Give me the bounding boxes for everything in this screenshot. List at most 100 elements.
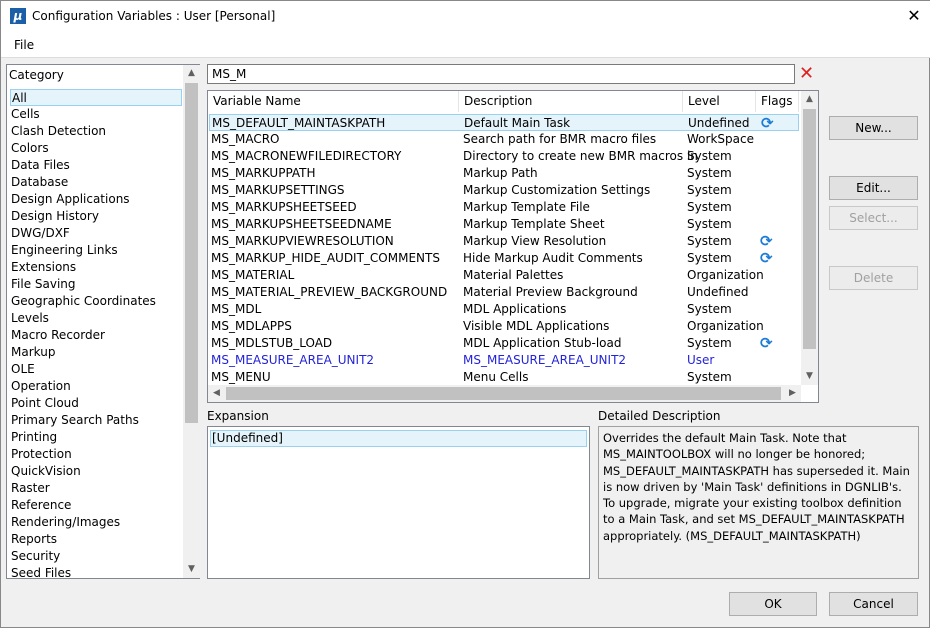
refresh-flag-icon: ⟳ xyxy=(760,334,773,352)
table-row[interactable]: MS_MACRO Search path for BMR macro files W… xyxy=(209,131,799,148)
table-row[interactable]: MS_MDLAPPS Visible MDL Applications Organi… xyxy=(209,318,799,335)
column-header-name[interactable]: Variable Name xyxy=(208,91,459,112)
category-item[interactable]: Extensions xyxy=(10,259,182,276)
window-title: Configuration Variables : User [Personal… xyxy=(32,9,276,23)
category-item[interactable]: All xyxy=(10,89,182,106)
table-row[interactable]: MS_MEASURE_AREA_UNIT2 MS_MEASURE_AREA_UNI… xyxy=(209,352,799,369)
category-item[interactable]: OLE xyxy=(10,361,182,378)
variables-table[interactable]: Variable Name Description Level Flags MS… xyxy=(207,90,819,403)
table-row[interactable]: MS_MATERIAL Material Palettes Organization xyxy=(209,267,799,284)
category-item[interactable]: Engineering Links xyxy=(10,242,182,259)
cell-name: MS_MARKUPSHEETSEED xyxy=(211,200,357,214)
edit-button[interactable]: Edit... xyxy=(829,176,918,200)
table-row[interactable]: MS_MARKUPSETTINGS Markup Customization Se… xyxy=(209,182,799,199)
category-item[interactable]: Markup xyxy=(10,344,182,361)
category-item[interactable]: Colors xyxy=(10,140,182,157)
scroll-up-icon[interactable]: ▲ xyxy=(183,65,200,82)
scroll-left-icon[interactable]: ◀ xyxy=(208,385,225,402)
cancel-button[interactable]: Cancel xyxy=(829,592,918,616)
table-row[interactable]: MS_MDLSTUB_LOAD MDL Application Stub-load… xyxy=(209,335,799,352)
cell-level: System xyxy=(687,370,732,384)
ok-button[interactable]: OK xyxy=(729,592,817,616)
cell-name: MS_MDLAPPS xyxy=(211,319,292,333)
cell-name: MS_MATERIAL_PREVIEW_BACKGROUND xyxy=(211,285,448,299)
category-header: Category xyxy=(9,68,64,82)
cell-level: System xyxy=(687,251,732,265)
scroll-down-icon[interactable]: ▼ xyxy=(183,561,200,578)
table-row[interactable]: MS_MARKUPVIEWRESOLUTION Markup View Resol… xyxy=(209,233,799,250)
clear-search-icon[interactable]: ✕ xyxy=(799,64,814,84)
expansion-value[interactable]: [Undefined] xyxy=(210,430,587,447)
category-item[interactable]: Primary Search Paths xyxy=(10,412,182,429)
category-list[interactable]: All Cells Clash Detection Colors Data Files D… xyxy=(6,64,200,582)
category-item[interactable]: Operation xyxy=(10,378,182,395)
scroll-up-icon[interactable]: ▲ xyxy=(801,91,818,108)
cell-name: MS_DEFAULT_MAINTASKPATH xyxy=(212,116,386,130)
table-row[interactable]: MS_DEFAULT_MAINTASKPATH Default Main Task… xyxy=(209,114,799,132)
cell-level: System xyxy=(687,302,732,316)
cell-level: System xyxy=(687,200,732,214)
table-hscrollbar[interactable]: ◀ ▶ xyxy=(208,385,801,402)
expansion-label: Expansion xyxy=(207,409,269,423)
category-item[interactable]: Clash Detection xyxy=(10,123,182,140)
category-item[interactable]: Design History xyxy=(10,208,182,225)
delete-button[interactable]: Delete xyxy=(829,266,918,290)
table-row[interactable]: MS_MDL MDL Applications System xyxy=(209,301,799,318)
column-header-level[interactable]: Level xyxy=(683,91,756,112)
select-button[interactable]: Select... xyxy=(829,206,918,230)
category-item[interactable]: Database xyxy=(10,174,182,191)
cell-name: MS_MATERIAL xyxy=(211,268,295,282)
cell-desc: Markup Template Sheet xyxy=(463,217,605,231)
cell-level: Undefined xyxy=(687,285,749,299)
app-icon: μ xyxy=(10,8,26,24)
table-row[interactable]: MS_MARKUPPATH Markup Path System xyxy=(209,165,799,182)
scroll-right-icon[interactable]: ▶ xyxy=(784,385,801,402)
table-row[interactable]: MS_MENU Menu Cells System xyxy=(209,369,799,386)
scroll-thumb[interactable] xyxy=(185,83,198,423)
scroll-thumb[interactable] xyxy=(226,387,781,400)
cell-desc: Markup Template File xyxy=(463,200,590,214)
column-header-description[interactable]: Description xyxy=(459,91,683,112)
scroll-down-icon[interactable]: ▼ xyxy=(801,368,818,385)
column-header-flags[interactable]: Flags xyxy=(756,91,799,112)
category-item[interactable]: QuickVision xyxy=(10,463,182,480)
category-item[interactable]: Reports xyxy=(10,531,182,548)
cell-level: System xyxy=(687,234,732,248)
cell-name: MS_MARKUPSHEETSEEDNAME xyxy=(211,217,392,231)
category-item[interactable]: Protection xyxy=(10,446,182,463)
table-row[interactable]: MS_MATERIAL_PREVIEW_BACKGROUND Material P… xyxy=(209,284,799,301)
table-row[interactable]: MS_MACRONEWFILEDIRECTORY Directory to cre… xyxy=(209,148,799,165)
category-item[interactable]: Levels xyxy=(10,310,182,327)
cell-desc: Default Main Task xyxy=(464,116,571,130)
table-vscrollbar[interactable]: ▲ ▼ xyxy=(801,91,818,385)
category-item[interactable]: Reference xyxy=(10,497,182,514)
cell-level: System xyxy=(687,149,732,163)
category-item[interactable]: DWG/DXF xyxy=(10,225,182,242)
category-item[interactable]: Design Applications xyxy=(10,191,182,208)
category-item[interactable]: File Saving xyxy=(10,276,182,293)
category-item[interactable]: Point Cloud xyxy=(10,395,182,412)
cell-level: System xyxy=(687,217,732,231)
table-row[interactable]: MS_MARKUPSHEETSEED Markup Template File Sy… xyxy=(209,199,799,216)
cell-level: Organization xyxy=(687,319,764,333)
search-input[interactable]: MS_M xyxy=(207,64,795,84)
table-row[interactable]: MS_MARKUP_HIDE_AUDIT_COMMENTS Hide Markup… xyxy=(209,250,799,267)
detailed-description: Overrides the default Main Task. Note th… xyxy=(598,426,919,579)
category-item[interactable]: Security xyxy=(10,548,182,565)
category-item[interactable]: Geographic Coordinates xyxy=(10,293,182,310)
category-item[interactable]: Macro Recorder xyxy=(10,327,182,344)
menu-file[interactable]: File xyxy=(14,38,34,52)
new-button[interactable]: New... xyxy=(829,116,918,140)
category-item[interactable]: Raster xyxy=(10,480,182,497)
category-item[interactable]: Data Files xyxy=(10,157,182,174)
category-item[interactable]: Cells xyxy=(10,106,182,123)
table-row[interactable]: MS_MARKUPSHEETSEEDNAME Markup Template Sh… xyxy=(209,216,799,233)
category-item[interactable]: Printing xyxy=(10,429,182,446)
refresh-flag-icon: ⟳ xyxy=(760,232,773,250)
category-item[interactable]: Rendering/Images xyxy=(10,514,182,531)
close-button[interactable]: ✕ xyxy=(899,5,929,27)
category-item[interactable]: Seed Files xyxy=(10,565,182,582)
category-scrollbar[interactable]: ▲ ▼ xyxy=(183,65,200,578)
expansion-list[interactable]: [Undefined] xyxy=(207,426,590,579)
scroll-thumb[interactable] xyxy=(803,109,816,349)
